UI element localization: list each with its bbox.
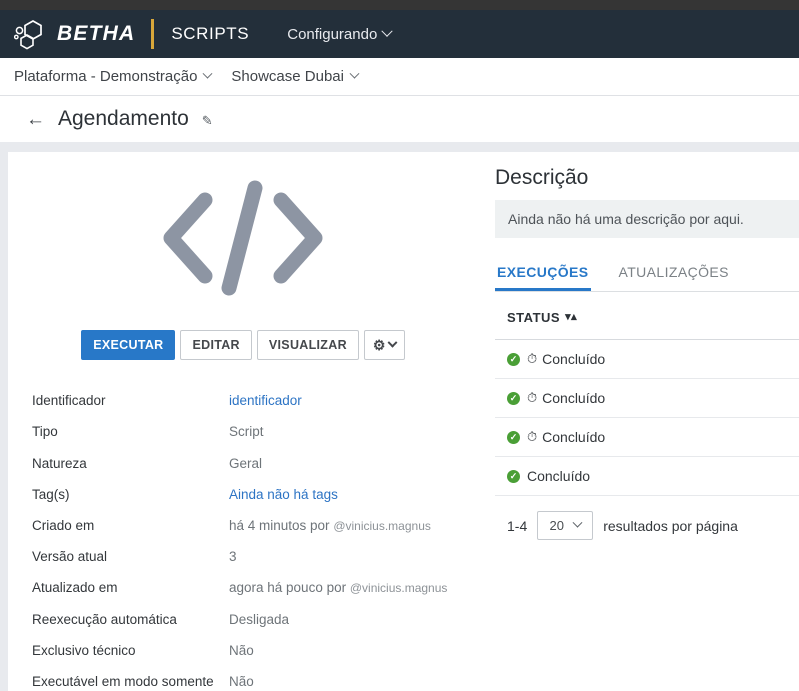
detail-value-link[interactable]: identificador — [229, 392, 302, 410]
detail-row-exclusivo-tecnico: Exclusivo técnico Não — [32, 642, 452, 660]
detail-row-tipo: Tipo Script — [32, 423, 452, 441]
product-name: SCRIPTS — [171, 24, 250, 43]
tab-execucoes[interactable]: EXECUÇÕES — [495, 264, 591, 291]
sort-updown-icon: ▾▴ — [565, 311, 578, 323]
table-row[interactable]: ✓ ⏱ Concluído — [495, 340, 799, 379]
action-button-row: EXECUTAR EDITAR VISUALIZAR ⚙ — [8, 330, 478, 361]
view-button[interactable]: VISUALIZAR — [256, 330, 359, 361]
page-size-value: 20 — [549, 518, 564, 533]
context-menu[interactable]: Configurando — [287, 25, 393, 43]
detail-value-text: há 4 minutos por — [229, 518, 334, 533]
clock-icon: ⏱ — [527, 429, 538, 444]
detail-value-text: agora há pouco por — [229, 580, 350, 596]
chevron-down-icon — [202, 68, 213, 79]
detail-label: Tipo — [32, 424, 58, 440]
detail-row-criado-em: Criado em há 4 minutos por @vinicius.mag… — [32, 517, 452, 535]
detail-label: Exclusivo técnico — [32, 642, 136, 658]
check-circle-icon: ✓ — [507, 352, 520, 366]
column-header-status[interactable]: STATUS ▾▴ — [495, 292, 799, 340]
row-status-label: Concluído — [527, 468, 591, 484]
check-circle-icon: ✓ — [507, 430, 520, 444]
pencil-icon[interactable]: ✎ — [202, 113, 213, 129]
detail-label: Executável em modo somente leitura — [32, 674, 214, 690]
detail-row-natureza: Natureza Geral — [32, 455, 452, 473]
header-divider — [151, 19, 155, 49]
chevron-down-icon — [381, 25, 393, 37]
back-arrow-icon[interactable]: ← — [26, 110, 45, 129]
detail-label: Identificador — [32, 393, 106, 409]
gear-icon: ⚙ — [372, 337, 386, 354]
detail-value: agora há pouco por @vinicius.magnus — [229, 579, 447, 597]
script-detail-pane: EXECUTAR EDITAR VISUALIZAR ⚙ Identificad… — [8, 152, 478, 691]
script-icon-area — [8, 152, 478, 324]
row-status-label: Concluído — [542, 429, 606, 445]
table-row[interactable]: ✓ ⏱ Concluído — [495, 418, 799, 457]
os-title-strip — [0, 0, 799, 10]
detail-value-link[interactable]: Ainda não há tags — [229, 486, 338, 504]
detail-label: Tag(s) — [32, 486, 70, 502]
page-title: Agendamento — [58, 107, 189, 130]
page-title-bar: ← Agendamento ✎ — [0, 96, 799, 142]
detail-value-author: @vinicius.magnus — [349, 581, 448, 596]
pagination: 1-4 20 resultados por página — [495, 496, 799, 540]
detail-row-atualizado-em: Atualizado em agora há pouco por @vinici… — [32, 579, 452, 597]
detail-label: Natureza — [32, 455, 87, 471]
detail-row-executavel-somente-leitura: Executável em modo somente leitura Não — [32, 673, 452, 691]
chevron-down-icon — [387, 337, 398, 348]
brand-logo[interactable]: BETHA — [14, 18, 135, 50]
check-circle-icon: ✓ — [507, 469, 520, 483]
clock-icon: ⏱ — [527, 351, 538, 366]
detail-list: Identificador identificador Tipo Script … — [32, 392, 452, 691]
detail-row-reexecucao-automatica: Reexecução automática Desligada — [32, 611, 452, 629]
detail-value-author: @vinicius.magnus — [333, 519, 431, 533]
check-circle-icon: ✓ — [507, 391, 520, 405]
breadcrumb: Plataforma - Demonstração Showcase Dubai — [0, 58, 799, 96]
edit-button[interactable]: EDITAR — [180, 330, 252, 361]
detail-value: há 4 minutos por @vinicius.magnus — [229, 517, 431, 535]
tab-atualizacoes[interactable]: ATUALIZAÇÕES — [617, 264, 731, 291]
row-status-label: Concluído — [542, 390, 606, 406]
description-execution-pane: Descrição Ainda não há uma descrição por… — [478, 152, 799, 691]
pagination-label: resultados por página — [603, 517, 738, 534]
column-header-label: STATUS — [507, 310, 561, 325]
clock-icon: ⏱ — [527, 390, 538, 405]
detail-row-identificador: Identificador identificador — [32, 392, 452, 410]
chevron-down-icon — [349, 68, 360, 79]
brand-name: BETHA — [57, 22, 136, 45]
detail-value: 3 — [229, 549, 237, 565]
chevron-down-icon — [572, 517, 583, 528]
context-label: Configurando — [287, 25, 378, 43]
table-row[interactable]: ✓ ⏱ Concluído — [495, 379, 799, 418]
betha-molecule-logo-icon — [14, 20, 42, 50]
breadcrumb-item-showcase[interactable]: Showcase Dubai — [231, 68, 360, 85]
detail-label: Atualizado em — [32, 580, 118, 596]
settings-dropdown-button[interactable]: ⚙ — [363, 330, 405, 361]
detail-value: Desligada — [229, 611, 290, 627]
description-box: Ainda não há uma descrição por aqui. — [495, 200, 799, 238]
row-status-label: Concluído — [542, 351, 606, 367]
detail-row-tags: Tag(s) Ainda não há tags — [32, 486, 452, 504]
table-row[interactable]: ✓ Concluído — [495, 457, 799, 496]
app-header: BETHA SCRIPTS Configurando — [0, 10, 799, 58]
description-title: Descrição — [495, 166, 589, 189]
code-brackets-icon — [163, 180, 323, 296]
breadcrumb-label: Showcase Dubai — [231, 68, 344, 85]
detail-label: Reexecução automática — [32, 611, 177, 627]
detail-value: Geral — [229, 455, 263, 471]
breadcrumb-item-platform[interactable]: Plataforma - Demonstração — [14, 68, 213, 85]
detail-label: Criado em — [32, 518, 95, 533]
content-card: EXECUTAR EDITAR VISUALIZAR ⚙ Identificad… — [8, 152, 799, 691]
detail-value: Script — [229, 424, 264, 440]
breadcrumb-label: Plataforma - Demonstração — [14, 68, 198, 85]
page-size-select[interactable]: 20 — [537, 511, 594, 540]
card-spacer — [0, 142, 799, 152]
tab-bar: EXECUÇÕES ATUALIZAÇÕES — [495, 264, 799, 292]
detail-label: Versão atual — [32, 549, 108, 565]
detail-row-versao-atual: Versão atual 3 — [32, 548, 452, 566]
detail-value: Não — [229, 674, 254, 690]
execute-button[interactable]: EXECUTAR — [81, 330, 176, 361]
pagination-range: 1-4 — [507, 517, 528, 534]
detail-value: Não — [229, 642, 254, 658]
